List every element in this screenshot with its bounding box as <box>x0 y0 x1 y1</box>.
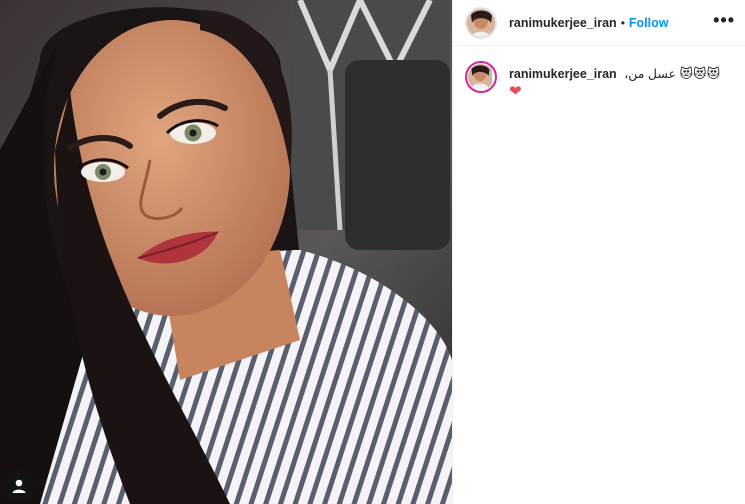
caption-text: ranimukerjee_iran عسل من، 😻😻😻 ❤ <box>509 65 720 101</box>
separator-dot: • <box>620 15 625 30</box>
more-options-icon[interactable]: ••• <box>713 10 735 30</box>
avatar[interactable] <box>465 6 497 39</box>
caption-avatar-image <box>468 64 492 88</box>
caption-avatar[interactable] <box>465 61 497 93</box>
avatar-image <box>467 8 495 37</box>
tag-button[interactable] <box>3 470 35 502</box>
follow-button[interactable]: Follow <box>629 16 669 30</box>
post-header: ranimukerjee_iran • Follow ••• <box>453 0 745 46</box>
cat-heart-eyes-emojis: 😻😻😻 <box>679 66 721 81</box>
caption-username[interactable]: ranimukerjee_iran <box>509 67 617 81</box>
user-tag-icon <box>12 479 26 493</box>
caption-row: ranimukerjee_iran عسل من، 😻😻😻 ❤ <box>465 61 735 101</box>
header-username[interactable]: ranimukerjee_iran <box>509 16 617 30</box>
post-side-panel: ranimukerjee_iran • Follow ••• ranimuker… <box>452 0 745 504</box>
heart-emoji-icon: ❤ <box>509 83 522 100</box>
post-image[interactable] <box>0 0 452 504</box>
portrait-photo <box>0 0 452 504</box>
caption-body: عسل من، <box>624 67 676 81</box>
